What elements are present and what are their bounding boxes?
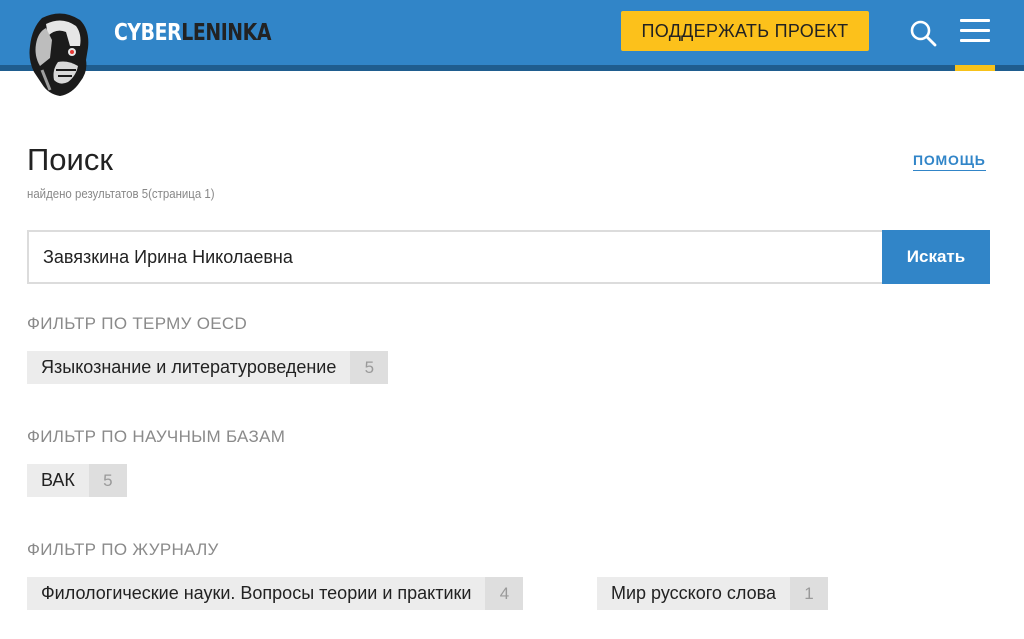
- robot-lenin-logo-icon[interactable]: [22, 10, 100, 98]
- search-submit-button[interactable]: Искать: [882, 230, 990, 284]
- logo-leninka: LENINKA: [181, 20, 272, 46]
- filter-chip-vak[interactable]: ВАК 5: [27, 464, 127, 497]
- chip-count: 4: [485, 577, 524, 610]
- chip-label: Мир русского слова: [611, 583, 777, 603]
- chip-count: 5: [88, 464, 127, 497]
- filter-chip-philology-journal[interactable]: Филологические науки. Вопросы теории и п…: [27, 577, 524, 610]
- chip-label: Филологические науки. Вопросы теории и п…: [41, 583, 472, 603]
- page-title: Поиск: [27, 142, 113, 177]
- search-input[interactable]: [27, 230, 882, 284]
- search-icon[interactable]: [909, 19, 937, 47]
- support-project-button[interactable]: ПОДДЕРЖАТЬ ПРОЕКТ: [621, 11, 869, 51]
- filter-chip-oecd-linguistics[interactable]: Языкознание и литературоведение 5: [27, 351, 389, 384]
- hamburger-menu-icon[interactable]: [960, 19, 990, 43]
- help-link[interactable]: помощь: [913, 152, 986, 171]
- logo-cyber: CYBER: [114, 20, 182, 46]
- filter-chip-russian-word-journal[interactable]: Мир русского слова 1: [597, 577, 829, 610]
- chip-label: ВАК: [41, 470, 75, 490]
- results-count: найдено результатов 5(страница 1): [27, 186, 215, 201]
- header-stripe: [0, 65, 1024, 71]
- chip-count: 1: [790, 577, 829, 610]
- filter-heading-oecd: ФИЛЬТР ПО ТЕРМУ OECD: [27, 314, 248, 333]
- logo-wordmark[interactable]: CYBERLENINKA: [114, 18, 271, 48]
- filter-heading-databases: ФИЛЬТР ПО НАУЧНЫМ БАЗАМ: [27, 427, 286, 446]
- search-form: Искать: [27, 230, 990, 284]
- menu-active-indicator: [955, 65, 995, 71]
- chip-count: 5: [350, 351, 389, 384]
- filter-heading-journal: ФИЛЬТР ПО ЖУРНАЛУ: [27, 540, 219, 559]
- chip-label: Языкознание и литературоведение: [41, 357, 337, 377]
